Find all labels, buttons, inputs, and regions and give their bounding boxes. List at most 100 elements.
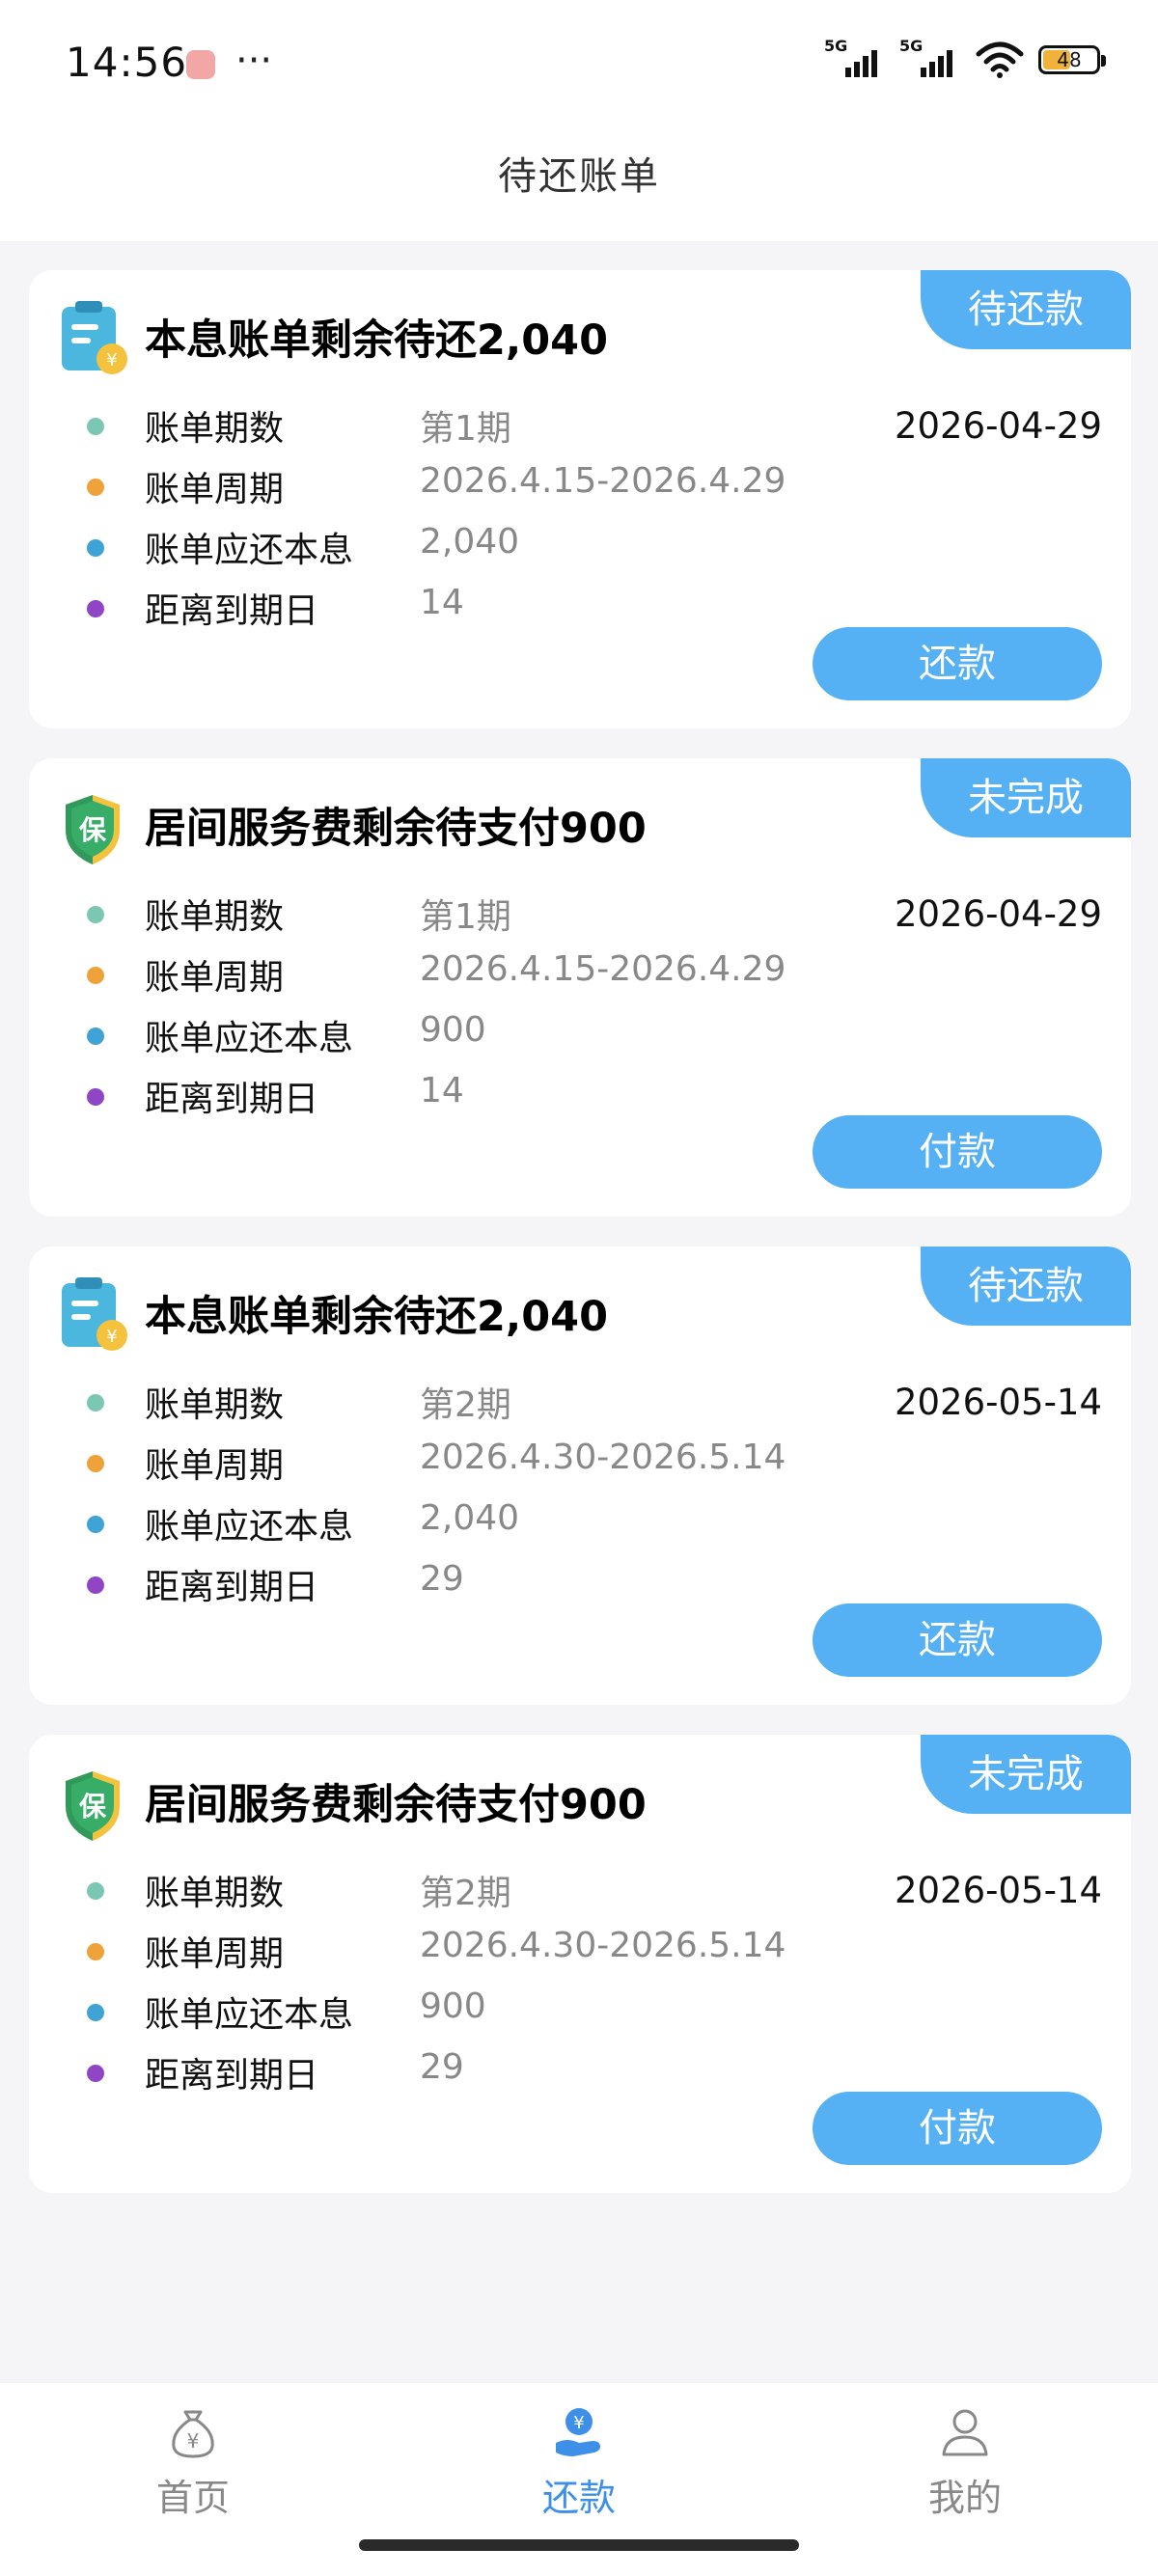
- signal-5g-icon: 5G: [824, 37, 886, 79]
- shield-icon: 保: [66, 1771, 120, 1841]
- bill-due-date: 2026-04-29: [894, 893, 1102, 935]
- notification-app-icon: [186, 50, 215, 79]
- home-indicator[interactable]: [359, 2539, 799, 2551]
- bill-due-date: 2026-04-29: [894, 405, 1102, 447]
- row-label: 账单应还本息: [145, 1995, 354, 2035]
- days-dot-icon: [87, 1576, 104, 1594]
- row-label: 距离到期日: [145, 2056, 319, 2096]
- status-badge: 未完成: [921, 1735, 1131, 1814]
- period-dot-icon: [87, 1882, 104, 1900]
- days-dot-icon: [87, 1088, 104, 1106]
- row-value: 29: [420, 1559, 464, 1599]
- wifi-icon: [976, 41, 1024, 78]
- row-value: 900: [420, 1987, 486, 2026]
- row-value: 2,040: [420, 522, 520, 562]
- row-value: 第2期: [420, 1385, 511, 1425]
- status-badge: 待还款: [921, 270, 1131, 349]
- svg-text:¥: ¥: [573, 2413, 584, 2433]
- row-value: 900: [420, 1010, 486, 1050]
- row-value: 第1期: [420, 409, 511, 449]
- row-label: 距离到期日: [145, 591, 319, 631]
- bill-title: 居间服务费剩余待支付900: [145, 805, 647, 853]
- repay-hand-icon: ¥: [556, 2408, 600, 2456]
- nav-item-mine[interactable]: 我的: [868, 2404, 1062, 2521]
- status-badge: 未完成: [921, 758, 1131, 837]
- nav-item-repay[interactable]: ¥ 还款: [482, 2404, 676, 2521]
- repay-button[interactable]: 还款: [813, 1603, 1102, 1677]
- status-badge: 待还款: [921, 1247, 1131, 1326]
- status-bar: 14:56 ··· 5G 5G 48: [0, 0, 1158, 130]
- battery-level: 48: [1057, 48, 1082, 71]
- row-value: 第1期: [420, 897, 511, 937]
- signal-5g-label: 5G: [824, 37, 848, 55]
- nav-item-home[interactable]: ¥ 首页: [96, 2404, 290, 2521]
- amount-dot-icon: [87, 1028, 104, 1045]
- bill-card: 待还款 ¥ 本息账单剩余待还2,040 2026-05-14 账单期数 第2期 …: [29, 1247, 1131, 1705]
- svg-text:¥: ¥: [187, 2429, 200, 2453]
- bill-card: 待还款 ¥ 本息账单剩余待还2,040 2026-04-29 账单期数 第1期 …: [29, 270, 1131, 728]
- cycle-dot-icon: [87, 1455, 104, 1472]
- bill-title: 本息账单剩余待还2,040: [145, 316, 609, 365]
- home-money-bag-icon: ¥: [172, 2410, 214, 2458]
- row-label: 账单周期: [145, 1934, 285, 1974]
- cycle-dot-icon: [87, 967, 104, 984]
- row-label: 账单期数: [145, 1385, 285, 1425]
- status-time: 14:56: [66, 39, 188, 86]
- cycle-dot-icon: [87, 1943, 104, 1960]
- amount-dot-icon: [87, 1516, 104, 1533]
- row-value: 2026.4.30-2026.5.14: [420, 1438, 786, 1477]
- bill-due-date: 2026-05-14: [894, 1382, 1102, 1423]
- status-indicators: 5G 5G 48: [824, 37, 1106, 79]
- bill-icon: ¥: [62, 301, 127, 374]
- row-label: 账单周期: [145, 1446, 285, 1486]
- bill-card: 未完成 保 居间服务费剩余待支付900 2026-04-29 账单期数 第1期 …: [29, 758, 1131, 1217]
- row-value: 2026.4.15-2026.4.29: [420, 461, 786, 501]
- svg-text:保: 保: [79, 814, 107, 846]
- cycle-dot-icon: [87, 479, 104, 496]
- nav-label-home: 首页: [155, 2477, 230, 2519]
- period-dot-icon: [87, 418, 104, 435]
- signal-5g-label-2: 5G: [899, 37, 924, 55]
- row-value: 第2期: [420, 1874, 511, 1913]
- row-label: 账单期数: [145, 409, 285, 449]
- bill-title: 本息账单剩余待还2,040: [145, 1293, 609, 1341]
- user-icon: [942, 2409, 988, 2456]
- row-label: 账单期数: [145, 897, 285, 937]
- bill-title: 居间服务费剩余待支付900: [145, 1781, 647, 1829]
- row-label: 距离到期日: [145, 1568, 319, 1607]
- row-label: 账单期数: [145, 1874, 285, 1913]
- amount-dot-icon: [87, 2004, 104, 2021]
- row-label: 账单周期: [145, 958, 285, 998]
- page-title: 待还账单: [498, 154, 660, 199]
- row-label: 账单应还本息: [145, 1019, 354, 1058]
- pay-button[interactable]: 付款: [813, 1115, 1102, 1189]
- row-label: 账单应还本息: [145, 531, 354, 570]
- nav-label-mine: 我的: [927, 2477, 1002, 2519]
- pay-button[interactable]: 付款: [813, 2092, 1102, 2165]
- bill-due-date: 2026-05-14: [894, 1870, 1102, 1911]
- row-value: 29: [420, 2047, 464, 2087]
- bill-icon: ¥: [62, 1277, 127, 1351]
- days-dot-icon: [87, 2065, 104, 2082]
- svg-text:保: 保: [79, 1791, 107, 1822]
- row-value: 14: [420, 1071, 464, 1110]
- bill-card: 未完成 保 居间服务费剩余待支付900 2026-05-14 账单期数 第2期 …: [29, 1735, 1131, 2193]
- days-dot-icon: [87, 600, 104, 617]
- row-value: 2,040: [420, 1498, 520, 1538]
- status-more-icon: ···: [235, 39, 273, 83]
- signal-5g-icon-2: 5G: [899, 37, 961, 79]
- row-label: 距离到期日: [145, 1080, 319, 1119]
- row-value: 2026.4.30-2026.5.14: [420, 1926, 786, 1965]
- row-value: 14: [420, 583, 464, 622]
- row-label: 账单应还本息: [145, 1507, 354, 1547]
- shield-icon: 保: [66, 795, 120, 864]
- amount-dot-icon: [87, 539, 104, 557]
- row-value: 2026.4.15-2026.4.29: [420, 949, 786, 989]
- repay-button[interactable]: 还款: [813, 627, 1102, 700]
- period-dot-icon: [87, 1394, 104, 1411]
- battery-icon: 48: [1038, 45, 1106, 74]
- period-dot-icon: [87, 906, 104, 923]
- svg-text:¥: ¥: [106, 350, 117, 370]
- svg-text:¥: ¥: [106, 1327, 117, 1347]
- page-header: 待还账单: [0, 130, 1158, 241]
